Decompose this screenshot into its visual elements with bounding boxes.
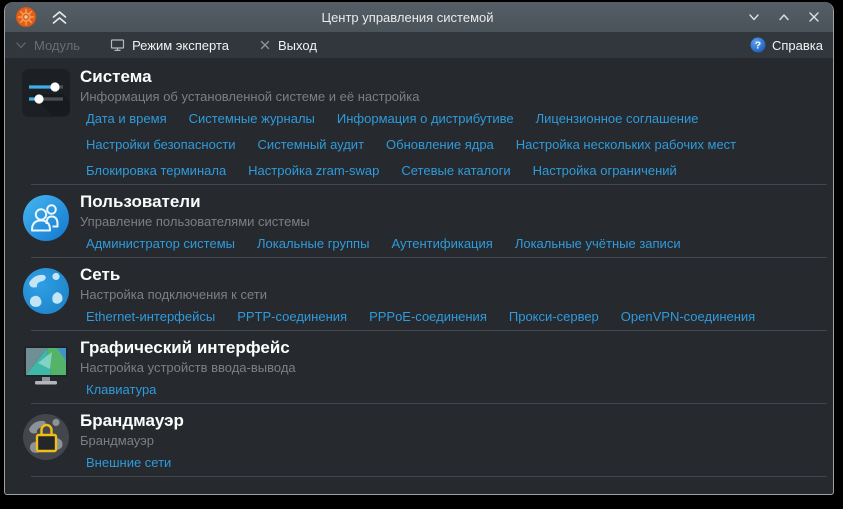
control-center-window: Центр управления системой Модуль Режим э… <box>4 2 834 495</box>
globe-icon <box>21 266 71 316</box>
section-subtitle: Настройка подключения к сети <box>80 287 267 302</box>
section-firewall: Брандмауэр Брандмауэр Внешние сети <box>5 404 833 477</box>
link-limits[interactable]: Настройка ограничений <box>533 162 677 179</box>
double-chevron-up-icon <box>52 10 67 24</box>
section-title: Пользователи <box>80 192 201 211</box>
link-multiseat[interactable]: Настройка нескольких рабочих мест <box>516 136 736 153</box>
section-subtitle: Настройка устройств ввода-вывода <box>80 360 296 375</box>
chevron-down-icon <box>16 42 26 49</box>
link-authentication[interactable]: Аутентификация <box>391 235 492 252</box>
link-network-dirs[interactable]: Сетевые каталоги <box>401 162 510 179</box>
link-pptp[interactable]: PPTP-соединения <box>237 308 347 325</box>
section-subtitle: Брандмауэр <box>80 433 154 448</box>
section-network: Сеть Настройка подключения к сети Ethern… <box>5 258 833 331</box>
link-external-networks[interactable]: Внешние сети <box>86 454 171 471</box>
maximize-icon[interactable] <box>777 10 791 24</box>
section-title: Брандмауэр <box>80 411 184 430</box>
section-subtitle: Информация об установленной системе и её… <box>80 89 420 104</box>
link-local-accounts[interactable]: Локальные учётные записи <box>515 235 681 252</box>
link-license[interactable]: Лицензионное соглашение <box>536 110 699 127</box>
link-kernel-update[interactable]: Обновление ядра <box>386 136 494 153</box>
alt-linux-app-icon <box>15 6 37 28</box>
menu-expert-mode[interactable]: Режим эксперта <box>110 38 229 53</box>
link-date-time[interactable]: Дата и время <box>86 110 167 127</box>
close-small-icon <box>260 40 270 50</box>
section-links: Дата и время Системные журналы Информаци… <box>80 110 821 179</box>
link-zram-swap[interactable]: Настройка zram-swap <box>248 162 379 179</box>
link-security-settings[interactable]: Настройки безопасности <box>86 136 236 153</box>
help-question-icon: ? <box>750 37 766 53</box>
shade-window-button[interactable] <box>51 10 68 25</box>
section-system: Система Информация об установленной сист… <box>5 60 833 185</box>
link-system-logs[interactable]: Системные журналы <box>189 110 315 127</box>
section-links: Внешние сети <box>80 454 821 471</box>
menubar: Модуль Режим эксперта Выход ? Справка <box>5 32 833 58</box>
section-links: Администратор системы Локальные группы А… <box>80 235 821 252</box>
link-system-admin[interactable]: Администратор системы <box>86 235 235 252</box>
module-list: Система Информация об установленной сист… <box>5 58 833 477</box>
link-local-groups[interactable]: Локальные группы <box>257 235 369 252</box>
section-gui: Графический интерфейс Настройка устройст… <box>5 331 833 404</box>
monitor-small-icon <box>110 39 125 51</box>
svg-text:?: ? <box>755 40 761 52</box>
link-keyboard[interactable]: Клавиатура <box>86 381 156 398</box>
minimize-icon[interactable] <box>747 10 761 24</box>
sliders-icon <box>21 68 71 118</box>
link-distro-info[interactable]: Информация о дистрибутиве <box>337 110 514 127</box>
link-proxy[interactable]: Прокси-сервер <box>509 308 599 325</box>
section-users: Пользователи Управление пользователями с… <box>5 185 833 258</box>
link-pppoe[interactable]: PPPoE-соединения <box>369 308 487 325</box>
section-links: Ethernet-интерфейсы PPTP-соединения PPPo… <box>80 308 821 325</box>
section-subtitle: Управление пользователями системы <box>80 214 310 229</box>
section-title: Сеть <box>80 265 121 284</box>
menu-exit[interactable]: Выход <box>259 38 317 53</box>
link-system-audit[interactable]: Системный аудит <box>258 136 364 153</box>
section-title: Система <box>80 67 152 86</box>
link-terminal-lock[interactable]: Блокировка терминала <box>86 162 226 179</box>
section-links: Клавиатура <box>80 381 821 398</box>
link-openvpn[interactable]: OpenVPN-соединения <box>621 308 755 325</box>
titlebar: Центр управления системой <box>5 2 833 32</box>
users-icon <box>21 193 71 243</box>
window-title: Центр управления системой <box>321 9 494 25</box>
firewall-lock-icon <box>21 412 71 462</box>
close-window-icon[interactable] <box>807 10 821 24</box>
menu-module[interactable]: Модуль <box>15 38 80 53</box>
section-title: Графический интерфейс <box>80 338 290 357</box>
monitor-icon <box>21 339 71 389</box>
menu-help[interactable]: ? Справка <box>750 37 823 53</box>
link-ethernet[interactable]: Ethernet-интерфейсы <box>86 308 215 325</box>
